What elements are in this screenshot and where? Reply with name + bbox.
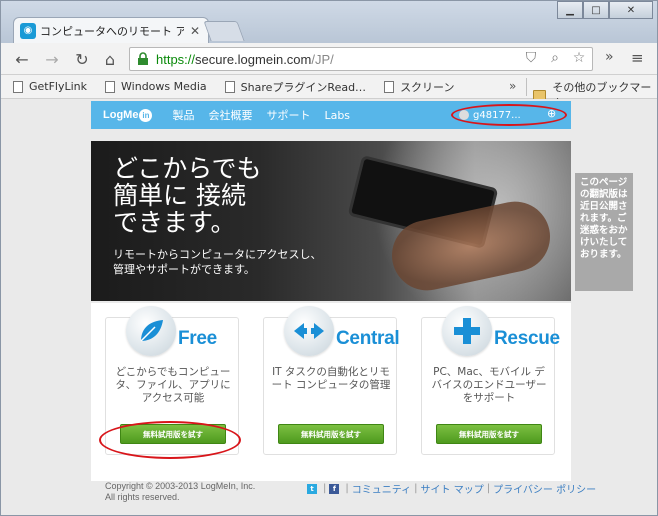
footer-links: t | f | コミュニティ | サイト マップ | プライバシー ポリシー xyxy=(307,481,596,496)
reload-icon[interactable]: ↻ xyxy=(71,49,93,69)
home-icon[interactable]: ⌂ xyxy=(99,49,121,69)
bookmark-star-icon[interactable]: ☆ xyxy=(570,50,588,66)
close-tab-icon[interactable]: ✕ xyxy=(188,24,202,38)
product-description: IT タスクの自動化とリモート コンピュータの管理 xyxy=(271,366,391,391)
page-icon xyxy=(224,80,235,93)
site-nav: LogMe in 製品 会社概要 サポート Labs g48177... ⊕ xyxy=(91,101,571,129)
url-host: secure.logmein.com xyxy=(195,51,312,67)
product-card-rescue: Rescue PC、Mac、モバイル デバイスのエンドユーザーをサポート 無料試… xyxy=(421,306,560,455)
web-page: LogMe in 製品 会社概要 サポート Labs g48177... ⊕ どこ… xyxy=(1,99,657,515)
menu-icon[interactable]: ≡ xyxy=(631,49,644,67)
bookmarks-bar: GetFlyLink Windows Media ShareプラグインRead…… xyxy=(1,75,657,110)
extensions-overflow[interactable]: » xyxy=(605,49,614,65)
title-bar: ◉ コンピュータへのリモート アクセ ✕ ▁ □ ✕ xyxy=(1,1,657,43)
bookmark-label: ShareプラグインRead… xyxy=(240,80,367,94)
nav-company[interactable]: 会社概要 xyxy=(208,107,252,123)
tab-title: コンピュータへのリモート アクセ xyxy=(40,24,184,38)
hero-headline: どこからでも 簡単に 接続 できます。 xyxy=(113,155,262,236)
nav-products[interactable]: 製品 xyxy=(172,107,194,123)
bookmarks-overflow[interactable]: » xyxy=(509,79,516,93)
window-close-icon[interactable]: ✕ xyxy=(609,1,653,19)
product-cards: Free どこからでもコンピュータ、ファイル、アプリにアクセス可能 無料試用版を… xyxy=(91,303,571,481)
bookmark-label: Windows Media xyxy=(121,80,207,93)
search-icon[interactable]: ⌕ xyxy=(546,50,564,66)
bookmark-item[interactable]: ShareプラグインRead… xyxy=(224,79,367,95)
product-card-free: Free どこからでもコンピュータ、ファイル、アプリにアクセス可能 無料試用版を… xyxy=(105,306,239,455)
plus-cross-icon xyxy=(442,306,492,356)
product-name: Rescue xyxy=(494,328,560,349)
product-card-central: Central IT タスクの自動化とリモート コンピュータの管理 無料試用版を… xyxy=(263,306,400,455)
hero-sub-line: リモートからコンピュータにアクセスし、 xyxy=(113,248,322,261)
link-separator: | xyxy=(414,483,418,494)
bookmark-divider xyxy=(526,78,527,96)
hero-headline-line: どこからでも xyxy=(113,154,262,183)
hero-headline-line: 簡単に 接続 xyxy=(113,181,246,210)
lock-icon xyxy=(138,52,148,65)
logo-in: in xyxy=(139,108,153,122)
footer-link-privacy[interactable]: プライバシー ポリシー xyxy=(493,481,596,496)
product-name: Central xyxy=(336,328,400,349)
globe-icon[interactable]: ⊕ xyxy=(547,107,561,121)
twitter-icon[interactable]: t xyxy=(307,483,317,494)
bookmark-item[interactable]: GetFlyLink xyxy=(13,80,87,93)
address-bar[interactable]: https:// secure.logmein.com /JP/ ⛉ ⌕ ☆ xyxy=(129,47,593,71)
account-id: g48177... xyxy=(473,109,521,121)
hero-headline-line: できます。 xyxy=(113,208,236,237)
logo-text: LogMe xyxy=(103,109,139,121)
copyright-text: Copyright © 2003-2013 LogMeIn, Inc. xyxy=(105,481,256,491)
page-icon xyxy=(13,80,23,93)
back-arrow-icon[interactable]: ← xyxy=(11,49,33,69)
translation-notice: このページの翻訳版は近日公開されます。ご迷惑をおかけいたしております。 xyxy=(575,173,633,291)
logmein-logo[interactable]: LogMe in xyxy=(103,108,153,122)
hero-subtext: リモートからコンピュータにアクセスし、 管理やサポートができます。 xyxy=(113,247,321,277)
toolbar: ← → ↻ ⌂ https:// secure.logmein.com /JP/… xyxy=(1,43,657,75)
arrows-converge-icon xyxy=(284,306,334,356)
hero-banner: どこからでも 簡単に 接続 できます。 リモートからコンピュータにアクセスし、 … xyxy=(91,141,571,301)
product-description: PC、Mac、モバイル デバイスのエンドユーザーをサポート xyxy=(431,366,547,404)
rights-text: All rights reserved. xyxy=(105,492,180,502)
nav-labs[interactable]: Labs xyxy=(324,109,350,122)
central-trial-button[interactable]: 無料試用版を試す xyxy=(278,424,384,444)
link-separator: | xyxy=(323,483,327,494)
maximize-icon[interactable]: □ xyxy=(583,1,609,19)
forward-arrow-icon[interactable]: → xyxy=(41,49,63,69)
avatar-icon xyxy=(459,110,469,120)
account-menu[interactable]: g48177... xyxy=(459,107,521,123)
product-description: どこからでもコンピュータ、ファイル、アプリにアクセス可能 xyxy=(115,366,231,404)
shield-icon[interactable]: ⛉ xyxy=(522,50,540,66)
bookmark-item[interactable]: スクリーン xyxy=(384,79,455,95)
facebook-icon[interactable]: f xyxy=(329,483,340,494)
bookmark-label: GetFlyLink xyxy=(29,80,88,93)
rescue-trial-button[interactable]: 無料試用版を試す xyxy=(436,424,542,444)
link-separator: | xyxy=(345,483,349,494)
footer-copyright: Copyright © 2003-2013 LogMeIn, Inc. All … xyxy=(105,481,255,503)
new-tab-button[interactable] xyxy=(203,21,245,41)
bookmark-label: スクリーン xyxy=(400,80,455,94)
page-icon xyxy=(384,80,395,93)
leaf-icon xyxy=(126,306,176,356)
url-scheme: https:// xyxy=(156,51,196,67)
minimize-icon[interactable]: ▁ xyxy=(557,1,583,19)
url-path: /JP/ xyxy=(311,51,334,67)
product-name: Free xyxy=(178,328,217,349)
page-icon xyxy=(105,80,116,93)
nav-support[interactable]: サポート xyxy=(266,107,310,123)
browser-window: ◉ コンピュータへのリモート アクセ ✕ ▁ □ ✕ ← → ↻ ⌂ https… xyxy=(0,0,658,516)
bookmark-item[interactable]: Windows Media xyxy=(105,80,207,93)
free-trial-button[interactable]: 無料試用版を試す xyxy=(120,424,226,444)
window-controls: ▁ □ ✕ xyxy=(557,1,653,19)
footer-link-sitemap[interactable]: サイト マップ xyxy=(421,481,484,496)
footer-link-community[interactable]: コミュニティ xyxy=(352,481,411,496)
logmein-favicon-icon: ◉ xyxy=(20,22,36,39)
browser-tab[interactable]: ◉ コンピュータへのリモート アクセ ✕ xyxy=(13,17,209,43)
link-separator: | xyxy=(486,483,491,494)
hero-sub-line: 管理やサポートができます。 xyxy=(113,263,255,276)
